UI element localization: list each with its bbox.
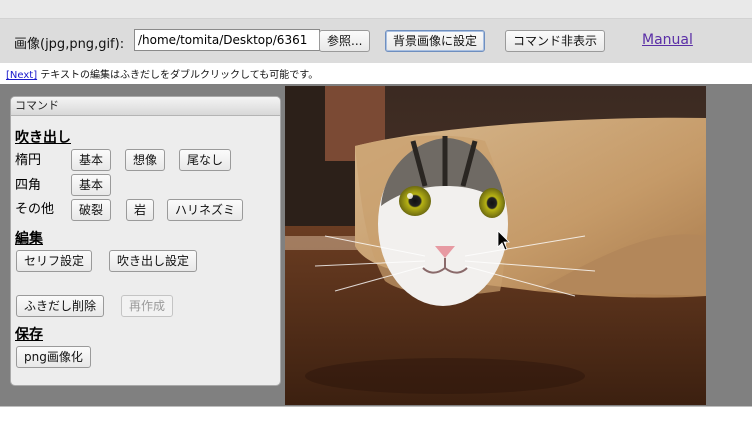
ellipse-no-tail-button[interactable]: 尾なし	[179, 149, 232, 171]
next-link[interactable]: [Next]	[6, 70, 37, 81]
edit-heading: 編集	[15, 231, 43, 247]
browse-button[interactable]: 参照...	[319, 30, 371, 52]
command-panel: コマンド 吹き出し 楕円 基本 想像 尾なし 四角 基本 その他 破裂 岩 ハリ…	[10, 96, 281, 386]
line-settings-button[interactable]: セリフ設定	[16, 250, 93, 272]
command-panel-title[interactable]: コマンド	[11, 97, 280, 116]
square-basic-button[interactable]: 基本	[71, 174, 112, 196]
hedgehog-button[interactable]: ハリネズミ	[167, 199, 244, 221]
hint-text: テキストの編集はふきだしをダブルクリックしても可能です。	[37, 70, 319, 81]
bottom-bar	[0, 406, 752, 430]
rock-button[interactable]: 岩	[126, 199, 155, 221]
set-background-button[interactable]: 背景画像に設定	[385, 30, 486, 52]
other-label: その他	[15, 202, 55, 217]
square-label: 四角	[15, 178, 42, 193]
delete-bubble-button[interactable]: ふきだし削除	[16, 295, 105, 317]
ellipse-label: 楕円	[15, 153, 42, 168]
hint-line: [Next] テキストの編集はふきだしをダブルクリックしても可能です。	[6, 66, 318, 81]
burst-button[interactable]: 破裂	[71, 199, 112, 221]
png-export-button[interactable]: png画像化	[16, 346, 91, 368]
bubble-heading: 吹き出し	[15, 130, 71, 146]
bubble-settings-button[interactable]: 吹き出し設定	[109, 250, 198, 272]
save-heading: 保存	[15, 327, 43, 343]
top-strip	[0, 0, 752, 19]
image-label: 画像(jpg,png,gif):	[14, 37, 125, 52]
cat-in-paper-roll-image	[285, 86, 706, 405]
hide-commands-button[interactable]: コマンド非表示	[505, 30, 606, 52]
manual-link[interactable]: Manual	[642, 32, 693, 48]
image-path-input[interactable]	[134, 29, 320, 51]
ellipse-thought-button[interactable]: 想像	[125, 149, 166, 171]
regenerate-button: 再作成	[121, 295, 174, 317]
toolbar: 画像(jpg,png,gif): 参照... 背景画像に設定 コマンド非表示 M…	[0, 19, 752, 63]
background-image[interactable]	[285, 86, 706, 405]
ellipse-basic-button[interactable]: 基本	[71, 149, 112, 171]
